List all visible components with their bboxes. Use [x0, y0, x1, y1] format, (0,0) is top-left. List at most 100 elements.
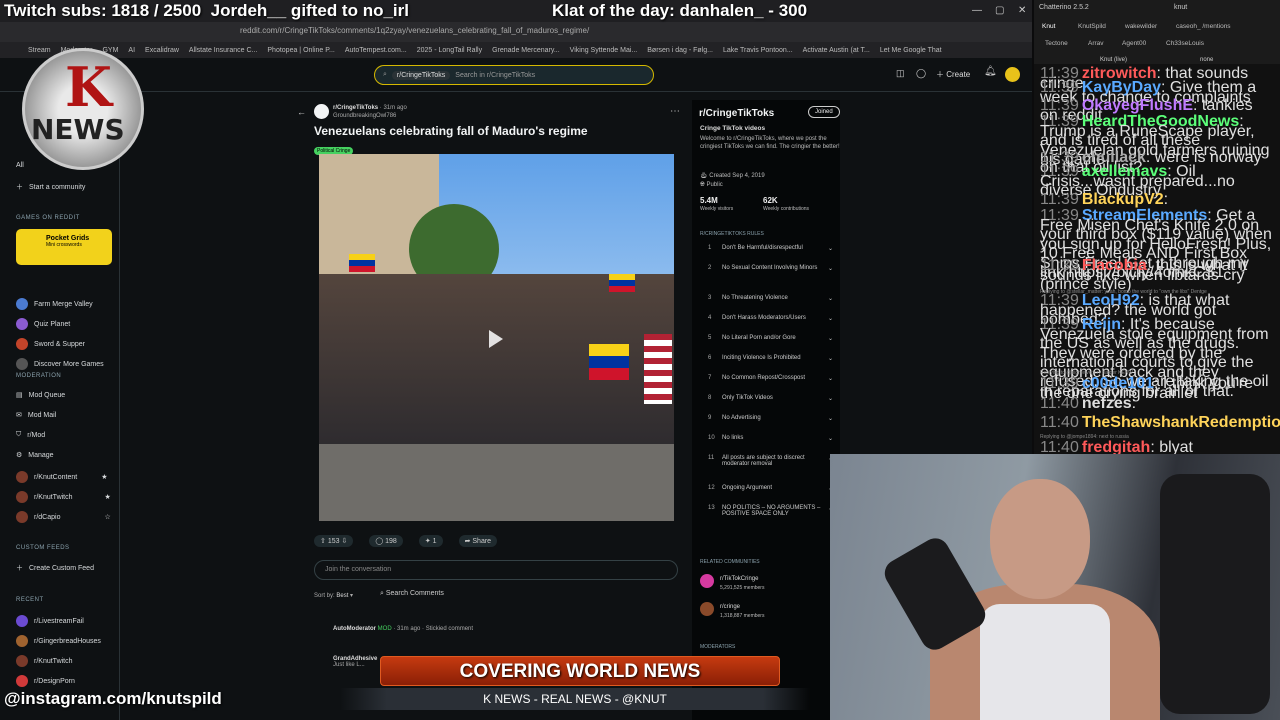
chat-tab[interactable]: caseoh_ /mentions: [1176, 23, 1231, 30]
rule-item[interactable]: 1 Don't Be Harmful/disrespectful ⌄: [708, 245, 836, 252]
chat-tab[interactable]: Tectone: [1045, 40, 1068, 47]
sidebar-item-designporn[interactable]: r/DesignPorn: [16, 675, 75, 687]
chat-username[interactable]: BlackupV2: [1082, 191, 1164, 208]
sort-value[interactable]: Best: [336, 593, 348, 599]
bookmark-item[interactable]: Viking Syttende Mai...: [570, 47, 638, 54]
create-button[interactable]: ＋ Create: [936, 69, 970, 80]
rule-item[interactable]: 7 No Common Repost/Crosspost ⌄: [708, 375, 836, 382]
comment-author[interactable]: AutoModerator: [333, 626, 376, 632]
start-community-button[interactable]: ＋ Start a community: [16, 182, 85, 192]
section-heading-recent[interactable]: RECENT: [16, 597, 44, 603]
bookmark-item[interactable]: AI: [128, 47, 135, 54]
chevron-down-icon[interactable]: ⌄: [828, 265, 833, 272]
share-button[interactable]: ➦ Share: [458, 535, 498, 547]
star-icon[interactable]: ★: [105, 493, 111, 501]
section-heading-moderation[interactable]: MODERATION: [16, 373, 61, 379]
section-heading-custom-feeds[interactable]: CUSTOM FEEDS: [16, 545, 70, 551]
create-custom-feed-button[interactable]: ＋ Create Custom Feed: [16, 563, 94, 573]
sidebar-item-mod-queue[interactable]: ▤ Mod Queue: [16, 391, 65, 400]
bookmark-item[interactable]: Let Me Google That: [880, 47, 942, 54]
search-bar[interactable]: ⌕ r/CringeTikToks Search in r/CringeTikT…: [374, 65, 654, 85]
rule-item[interactable]: 13 NO POLITICS – NO ARGUMENTS – POSITIVE …: [708, 505, 836, 517]
bookmark-item[interactable]: Stream: [28, 47, 51, 54]
chevron-down-icon[interactable]: ⌄: [828, 375, 833, 382]
sort-control[interactable]: Sort by: Best ▾: [314, 592, 353, 599]
rule-item[interactable]: 3 No Threatening Violence ⌄: [708, 295, 836, 302]
chat-username[interactable]: nefzes: [1082, 395, 1132, 412]
bookmark-item[interactable]: Activate Austin (at T...: [803, 47, 870, 54]
chevron-down-icon[interactable]: ⌄: [828, 435, 833, 442]
ad-icon[interactable]: ◫: [896, 68, 905, 79]
rule-item[interactable]: 5 No Literal Porn and/or Gore ⌄: [708, 335, 836, 342]
chat-icon[interactable]: ◯: [916, 68, 926, 79]
sidebar-item-r-mod[interactable]: ⛉ r/Mod: [16, 431, 45, 439]
rule-item[interactable]: 6 Inciting Violence Is Prohibited ⌄: [708, 355, 836, 362]
community-avatar[interactable]: [700, 574, 714, 588]
chat-username[interactable]: TheShawshankRedemption: [1082, 414, 1280, 431]
chevron-down-icon[interactable]: ⌄: [828, 335, 833, 342]
chat-mode[interactable]: none: [1200, 57, 1213, 63]
chat-tab[interactable]: KnutSpild: [1078, 23, 1106, 30]
bookmark-item[interactable]: 2025 - LongTail Rally: [417, 47, 482, 54]
community-avatar[interactable]: [700, 602, 714, 616]
sidebar-item-knuttwitch[interactable]: r/KnutTwitch ★: [16, 491, 111, 503]
search-scope-chip[interactable]: r/CringeTikToks: [391, 70, 451, 80]
related-community-name[interactable]: r/cringe: [720, 604, 740, 610]
maximize-icon[interactable]: ▢: [995, 5, 1004, 16]
rule-item[interactable]: 9 No Advertising ⌄: [708, 415, 836, 422]
vote-control[interactable]: ⇧ 153 ⇩: [314, 535, 354, 547]
more-options-icon[interactable]: ⋯: [670, 106, 680, 117]
joined-button[interactable]: Joined: [808, 106, 840, 118]
chat-tab[interactable]: Ch33seLouis: [1166, 40, 1204, 47]
chevron-down-icon[interactable]: ⌄: [828, 315, 833, 322]
chevron-down-icon[interactable]: ⌄: [828, 415, 833, 422]
rule-item[interactable]: 11 All posts are subject to discrect mode…: [708, 455, 836, 467]
sidebar-item-all[interactable]: All: [16, 162, 24, 169]
sidebar-item-knutcontent[interactable]: r/KnutContent ★: [16, 471, 107, 483]
bookmark-item[interactable]: Excalidraw: [145, 47, 179, 54]
chevron-down-icon[interactable]: ⌄: [828, 245, 833, 252]
related-community-name[interactable]: r/TikTokCringe: [720, 576, 758, 582]
bookmark-item[interactable]: AutoTempest.com...: [345, 47, 407, 54]
minimize-icon[interactable]: —: [972, 5, 982, 16]
sidebar-item-mod-mail[interactable]: ✉ Mod Mail: [16, 411, 56, 420]
sidebar-item-gingerbreadhouses[interactable]: r/GingerbreadHouses: [16, 635, 101, 647]
sidebar-item-farm-merge-valley[interactable]: Farm Merge Valley: [16, 298, 93, 310]
rule-item[interactable]: 4 Don't Harass Moderators/Users ⌄: [708, 315, 836, 322]
chat-tab[interactable]: Knut: [1042, 23, 1055, 30]
chevron-down-icon[interactable]: ⌄: [828, 355, 833, 362]
chat-tab[interactable]: Arrav: [1088, 40, 1104, 47]
sidebar-item-knuttwitch-recent[interactable]: r/KnutTwitch: [16, 655, 73, 667]
url-text[interactable]: reddit.com/r/CringeTikToks/comments/1q2z…: [240, 26, 589, 35]
comment-input[interactable]: Join the conversation: [314, 560, 678, 580]
video-player[interactable]: [319, 154, 674, 521]
post-author[interactable]: GroundbreakingOwl786: [333, 113, 396, 119]
rule-item[interactable]: 12Ongoing Argument⌄: [708, 485, 836, 492]
upvote-icon[interactable]: ⇧: [320, 538, 326, 545]
sidebar-item-livestreamfail[interactable]: r/LivestreamFail: [16, 615, 84, 627]
section-heading-games[interactable]: GAMES ON REDDIT: [16, 215, 80, 221]
comments-button[interactable]: ◯ 198: [369, 535, 403, 547]
star-icon[interactable]: ★: [101, 473, 107, 481]
sidebar-item-dcapio[interactable]: r/dCapio ☆: [16, 511, 111, 523]
chat-tab[interactable]: wakewilder: [1125, 23, 1157, 30]
subreddit-avatar[interactable]: [314, 104, 329, 119]
bookmark-item[interactable]: Grenade Mercenary...: [492, 47, 560, 54]
bookmark-item[interactable]: Børsen i dag - Følg...: [647, 47, 713, 54]
sidebar-item-discover-games[interactable]: Discover More Games: [16, 358, 104, 370]
sidebar-item-sword-supper[interactable]: Sword & Supper: [16, 338, 85, 350]
community-title[interactable]: r/CringeTikToks: [699, 108, 774, 119]
award-button[interactable]: ✦ 1: [418, 535, 443, 547]
chat-tab[interactable]: Agent00: [1122, 40, 1146, 47]
chevron-down-icon[interactable]: ⌄: [828, 395, 833, 402]
rule-item[interactable]: 8 Only TikTok Videos ⌄: [708, 395, 836, 402]
back-arrow-icon[interactable]: ←: [297, 107, 306, 117]
close-icon[interactable]: ✕: [1018, 5, 1026, 16]
sidebar-item-manage[interactable]: ⚙ Manage: [16, 451, 54, 460]
star-outline-icon[interactable]: ☆: [104, 513, 110, 521]
downvote-icon[interactable]: ⇩: [341, 538, 347, 545]
rule-item[interactable]: 2 No Sexual Content Involving Minors ⌄: [708, 265, 836, 272]
play-icon[interactable]: [489, 330, 503, 348]
search-comments-button[interactable]: ⌕ Search Comments: [380, 590, 444, 598]
avatar[interactable]: [1005, 67, 1020, 82]
